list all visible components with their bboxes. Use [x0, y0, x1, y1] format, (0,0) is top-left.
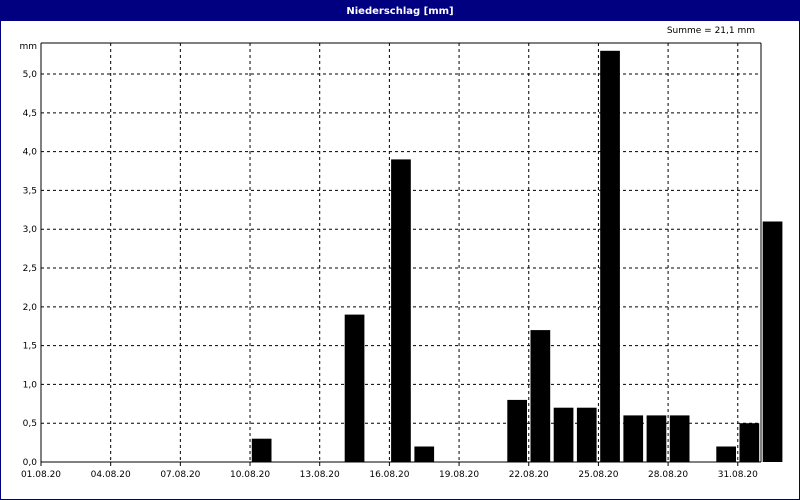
- x-tick-label: 10.08.20: [230, 470, 270, 480]
- bar-10.08.20: [251, 438, 272, 462]
- x-tick-label: 07.08.20: [160, 470, 200, 480]
- bar-28.08.20: [669, 415, 690, 462]
- y-tick-label: 1,0: [23, 380, 38, 390]
- x-tick-label: 25.08.20: [578, 470, 618, 480]
- x-tick-label: 22.08.20: [509, 470, 549, 480]
- bar-21.08.20: [507, 399, 527, 462]
- y-tick-label: 3,5: [23, 186, 37, 196]
- chart-title: Niederschlag [mm]: [1, 1, 799, 21]
- chart-window: Niederschlag [mm] Summe = 21,1 mm 0,0 0,5…: [0, 0, 800, 500]
- x-tick-label: 31.08.20: [718, 470, 758, 480]
- bar-14.08.20: [344, 314, 365, 462]
- x-tick-label: 01.08.20: [21, 470, 61, 480]
- y-axis-label: mm: [19, 42, 37, 52]
- y-tick-label: 3,0: [23, 225, 38, 235]
- y-tick-label: 2,5: [23, 264, 37, 274]
- bar-24.08.20: [576, 407, 597, 462]
- bar-25.08.20: [600, 50, 620, 463]
- bar-31.08.20: [739, 423, 760, 462]
- y-tick-label: 2,0: [23, 303, 38, 313]
- bar-16.08.20: [391, 159, 411, 462]
- x-tick-label: 16.08.20: [369, 470, 409, 480]
- y-tick-label: 0,5: [23, 419, 37, 429]
- bar-22.08.20: [530, 330, 551, 462]
- x-tick-label: 19.08.20: [439, 470, 479, 480]
- bar-27.08.20: [646, 415, 667, 462]
- y-tick-label: 4,5: [23, 109, 37, 119]
- bar-day-32: [762, 221, 783, 462]
- x-tick-label: 28.08.20: [648, 470, 688, 480]
- bar-26.08.20: [623, 415, 644, 462]
- y-tick-label: 5,0: [23, 70, 38, 80]
- y-tick-label: 1,5: [23, 342, 37, 352]
- y-tick-label: 0,0: [23, 458, 38, 468]
- y-tick-label: 4,0: [23, 148, 38, 158]
- bar-23.08.20: [553, 407, 574, 462]
- bar-17.08.20: [414, 446, 435, 462]
- x-tick-label: 04.08.20: [91, 470, 131, 480]
- x-tick-label: 13.08.20: [300, 470, 340, 480]
- precipitation-chart: 0,0 0,5 1,0 1,5 2,0 2,5 3,0 3,5 4,0 4,5 5,0 mm 01.08…: [19, 42, 783, 480]
- bar-30.08.20: [716, 446, 736, 462]
